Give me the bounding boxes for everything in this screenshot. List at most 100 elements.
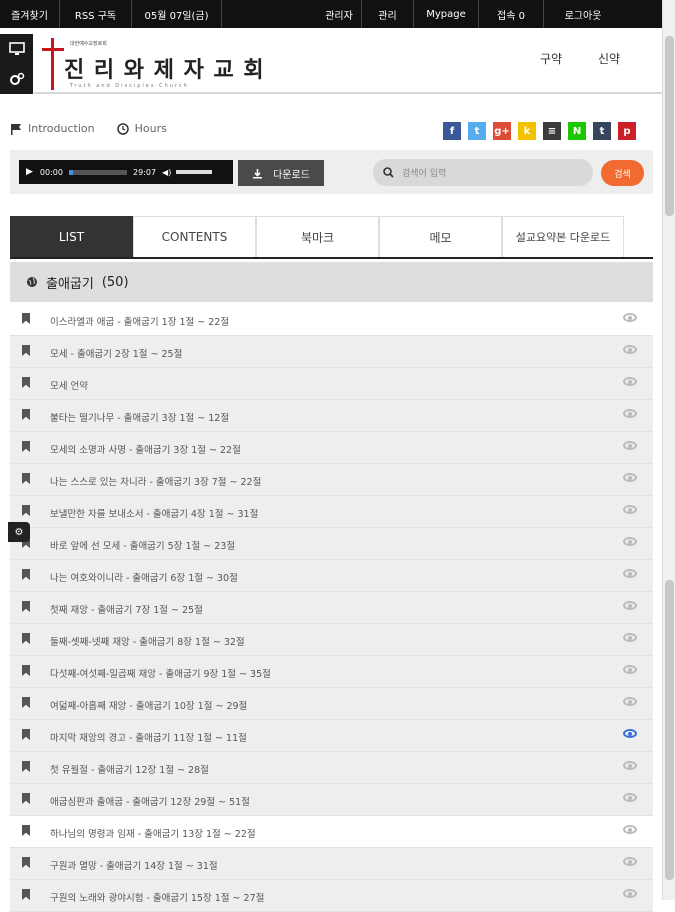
settings-icon[interactable] bbox=[9, 72, 25, 86]
tab-contents[interactable]: CONTENTS bbox=[133, 216, 256, 257]
view-eye-icon[interactable] bbox=[623, 857, 637, 866]
list-item[interactable]: 구원의 노래와 광야시험 - 출애굽기 15장 1절 ~ 27절 bbox=[10, 880, 653, 912]
view-eye-icon[interactable] bbox=[623, 665, 637, 674]
scrollbar[interactable] bbox=[662, 0, 675, 900]
view-eye-icon[interactable] bbox=[623, 601, 637, 610]
manage-link[interactable]: 관리 bbox=[362, 0, 414, 28]
search-button[interactable]: 검색 bbox=[601, 160, 644, 186]
download-button[interactable]: 다운로드 bbox=[238, 160, 324, 186]
bookmark-icon[interactable] bbox=[22, 505, 30, 516]
list-item[interactable]: 보낼만한 자를 보내소서 - 출애굽기 4장 1절 ~ 31절 bbox=[10, 496, 653, 528]
mypage-link[interactable]: Mypage bbox=[414, 0, 479, 28]
list-item[interactable]: 나는 여호와이니라 - 출애굽기 6장 1절 ~ 30절 bbox=[10, 560, 653, 592]
view-eye-icon[interactable] bbox=[623, 697, 637, 706]
list-item[interactable]: 모세 언약 bbox=[10, 368, 653, 400]
list-item-title[interactable]: 이스라엘과 애굽 - 출애굽기 1장 1절 ~ 22절 bbox=[50, 314, 229, 328]
tumblr-icon[interactable]: t bbox=[593, 122, 611, 140]
list-item[interactable]: 나는 스스로 있는 자니라 - 출애굽기 3장 7절 ~ 22절 bbox=[10, 464, 653, 496]
bookmark-icon[interactable] bbox=[22, 313, 30, 324]
list-item[interactable]: 둘째-셋째-넷째 재앙 - 출애굽기 8장 1절 ~ 32절 bbox=[10, 624, 653, 656]
google-plus-icon[interactable]: g+ bbox=[493, 122, 511, 140]
introduction-link[interactable]: Introduction bbox=[28, 122, 95, 135]
tab-summary-download[interactable]: 설교요약본 다운로드 bbox=[502, 216, 624, 257]
floating-settings-icon[interactable]: ⚙ bbox=[8, 522, 30, 542]
view-eye-icon[interactable] bbox=[623, 377, 637, 386]
bookmark-icon[interactable] bbox=[22, 601, 30, 612]
list-item[interactable]: 마지막 재앙의 경고 - 출애굽기 11장 1절 ~ 11절 bbox=[10, 720, 653, 752]
search-input[interactable]: 검색어 입력 bbox=[373, 159, 593, 186]
favorites-link[interactable]: 즐겨찾기 bbox=[0, 0, 60, 28]
audio-player[interactable]: ▶ 00:00 29:07 ◀) bbox=[19, 160, 233, 184]
scrollbar-thumb[interactable] bbox=[665, 580, 674, 880]
hours-link[interactable]: Hours bbox=[135, 122, 167, 135]
view-eye-icon[interactable] bbox=[623, 505, 637, 514]
bookmark-icon[interactable] bbox=[22, 377, 30, 388]
list-item-title[interactable]: 모세 언약 bbox=[50, 378, 88, 392]
bookmark-icon[interactable] bbox=[22, 729, 30, 740]
list-item-title[interactable]: 여덟째-아홉째 재앙 - 출애굽기 10장 1절 ~ 29절 bbox=[50, 698, 247, 712]
view-eye-icon[interactable] bbox=[623, 633, 637, 642]
list-item-title[interactable]: 나는 스스로 있는 자니라 - 출애굽기 3장 7절 ~ 22절 bbox=[50, 474, 261, 488]
tab-bookmark[interactable]: 북마크 bbox=[256, 216, 379, 257]
bookmark-icon[interactable] bbox=[22, 857, 30, 868]
list-item[interactable]: 첫째 재앙 - 출애굽기 7장 1절 ~ 25절 bbox=[10, 592, 653, 624]
volume-slider[interactable] bbox=[176, 170, 213, 174]
bookmark-icon[interactable] bbox=[22, 793, 30, 804]
view-eye-icon[interactable] bbox=[623, 409, 637, 418]
tab-memo[interactable]: 메모 bbox=[379, 216, 502, 257]
list-item-title[interactable]: 나는 여호와이니라 - 출애굽기 6장 1절 ~ 30절 bbox=[50, 570, 238, 584]
list-item-title[interactable]: 구원과 멸망 - 출애굽기 14장 1절 ~ 31절 bbox=[50, 858, 218, 872]
view-eye-icon[interactable] bbox=[623, 569, 637, 578]
list-item-title[interactable]: 구원의 노래와 광야시험 - 출애굽기 15장 1절 ~ 27절 bbox=[50, 890, 264, 904]
list-item[interactable]: 이스라엘과 애굽 - 출애굽기 1장 1절 ~ 22절 bbox=[10, 304, 653, 336]
view-eye-icon[interactable] bbox=[623, 473, 637, 482]
list-item-title[interactable]: 첫째 재앙 - 출애굽기 7장 1절 ~ 25절 bbox=[50, 602, 203, 616]
band-icon[interactable]: ≡ bbox=[543, 122, 561, 140]
church-logo[interactable]: 대한예수교장로회 진 리 와 제 자 교 회 Truth and Discipl… bbox=[40, 38, 264, 90]
list-item-title[interactable]: 다섯째-여섯째-일곱째 재앙 - 출애굽기 9장 1절 ~ 35절 bbox=[50, 666, 271, 680]
view-eye-icon[interactable] bbox=[623, 825, 637, 834]
twitter-icon[interactable]: t bbox=[468, 122, 486, 140]
play-icon[interactable]: ▶ bbox=[26, 167, 33, 177]
view-eye-icon[interactable] bbox=[623, 537, 637, 546]
bookmark-icon[interactable] bbox=[22, 697, 30, 708]
bookmark-icon[interactable] bbox=[22, 889, 30, 900]
view-eye-icon[interactable] bbox=[623, 889, 637, 898]
facebook-icon[interactable]: f bbox=[443, 122, 461, 140]
list-item[interactable]: 모세 - 출애굽기 2장 1절 ~ 25절 bbox=[10, 336, 653, 368]
pinterest-icon[interactable]: p bbox=[618, 122, 636, 140]
bookmark-icon[interactable] bbox=[22, 441, 30, 452]
bookmark-icon[interactable] bbox=[22, 665, 30, 676]
list-item[interactable]: 바로 앞에 선 모세 - 출애굽기 5장 1절 ~ 23절 bbox=[10, 528, 653, 560]
list-item-title[interactable]: 마지막 재앙의 경고 - 출애굽기 11장 1절 ~ 11절 bbox=[50, 730, 247, 744]
list-item-title[interactable]: 모세의 소명과 사명 - 출애굽기 3장 1절 ~ 22절 bbox=[50, 442, 241, 456]
view-eye-icon[interactable] bbox=[623, 761, 637, 770]
section-header[interactable]: 출애굽기 (50) bbox=[10, 262, 653, 302]
list-item-title[interactable]: 불타는 떨기나무 - 출애굽기 3장 1절 ~ 12절 bbox=[50, 410, 229, 424]
nav-old-testament[interactable]: 구약 bbox=[540, 50, 562, 67]
nav-new-testament[interactable]: 신약 bbox=[598, 50, 620, 67]
admin-link[interactable]: 관리자 bbox=[317, 0, 362, 28]
list-item[interactable]: 여덟째-아홉째 재앙 - 출애굽기 10장 1절 ~ 29절 bbox=[10, 688, 653, 720]
list-item-title[interactable]: 둘째-셋째-넷째 재앙 - 출애굽기 8장 1절 ~ 32절 bbox=[50, 634, 245, 648]
kakao-icon[interactable]: k bbox=[518, 122, 536, 140]
list-item[interactable]: 하나님의 명령과 임재 - 출애굽기 13장 1절 ~ 22절 bbox=[10, 816, 653, 848]
bookmark-icon[interactable] bbox=[22, 633, 30, 644]
bookmark-icon[interactable] bbox=[22, 825, 30, 836]
bookmark-icon[interactable] bbox=[22, 345, 30, 356]
list-item-title[interactable]: 모세 - 출애굽기 2장 1절 ~ 25절 bbox=[50, 346, 182, 360]
list-item[interactable]: 모세의 소명과 사명 - 출애굽기 3장 1절 ~ 22절 bbox=[10, 432, 653, 464]
tab-list[interactable]: LIST bbox=[10, 216, 133, 257]
list-item-title[interactable]: 바로 앞에 선 모세 - 출애굽기 5장 1절 ~ 23절 bbox=[50, 538, 235, 552]
view-eye-icon[interactable] bbox=[623, 345, 637, 354]
list-item[interactable]: 불타는 떨기나무 - 출애굽기 3장 1절 ~ 12절 bbox=[10, 400, 653, 432]
monitor-icon[interactable] bbox=[8, 42, 25, 56]
bookmark-icon[interactable] bbox=[22, 761, 30, 772]
scrollbar-thumb-upper[interactable] bbox=[665, 36, 674, 216]
bookmark-icon[interactable] bbox=[22, 473, 30, 484]
rss-subscribe-link[interactable]: RSS 구독 bbox=[60, 0, 132, 28]
view-eye-icon[interactable] bbox=[623, 441, 637, 450]
view-eye-icon[interactable] bbox=[623, 313, 637, 322]
view-eye-icon[interactable] bbox=[623, 793, 637, 802]
view-eye-icon[interactable] bbox=[623, 729, 637, 738]
